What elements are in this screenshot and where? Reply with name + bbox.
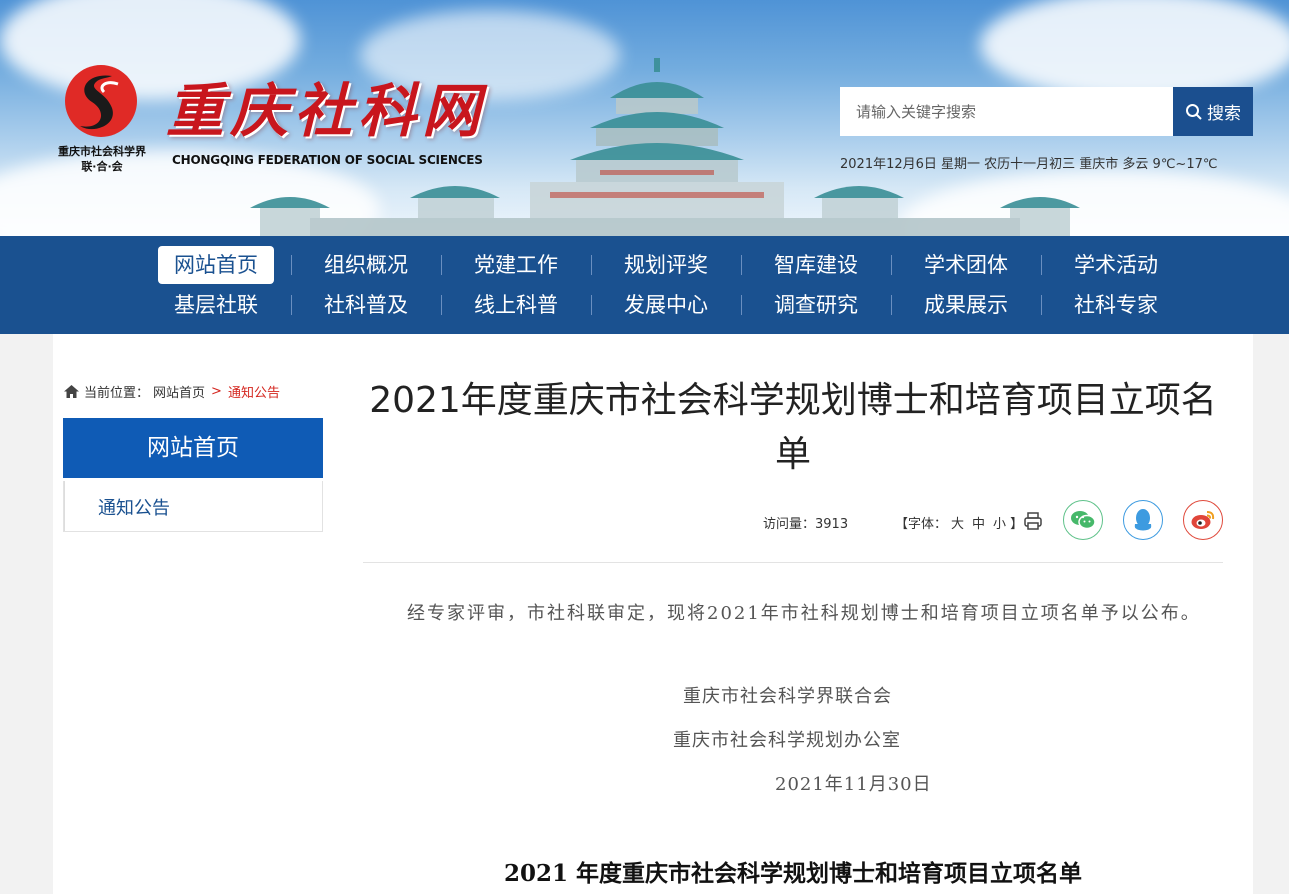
nav-item-label: 智库建设	[774, 253, 858, 277]
nav-item-development-center[interactable]: 发展中心	[591, 285, 741, 325]
signature-planning-office: 重庆市社会科学规划办公室	[673, 730, 901, 751]
nav-item-label: 规划评奖	[624, 253, 708, 277]
header-banner: 重庆市社会科学界 联·合·会 重庆社科网 CHONGQING FEDERATIO…	[0, 0, 1289, 236]
search-icon	[1186, 103, 1202, 120]
nav-item-academic-groups[interactable]: 学术团体	[891, 245, 1041, 285]
breadcrumb-home-link[interactable]: 网站首页	[153, 382, 205, 401]
nav-item-label: 组织概况	[324, 253, 408, 277]
wechat-icon	[1071, 511, 1096, 530]
share-weibo-button[interactable]	[1183, 500, 1223, 540]
breadcrumb-separator: >	[211, 384, 222, 399]
org-name: 重庆市社会科学界	[58, 145, 146, 158]
org-name-suffix: 联·合·会	[81, 160, 123, 173]
font-size-label: 【字体：	[895, 517, 948, 532]
breadcrumb-current[interactable]: 通知公告	[228, 382, 280, 401]
share-wechat-button[interactable]	[1063, 500, 1103, 540]
breadcrumb-prefix: 当前位置：	[84, 386, 150, 401]
visit-count: 访问量：3913	[763, 513, 848, 532]
title-divider	[363, 562, 1223, 563]
nav-item-label: 学术活动	[1074, 253, 1158, 277]
nav-item-label: 学术团体	[924, 253, 1008, 277]
content-area: 当前位置： 网站首页 > 通知公告 网站首页 通知公告 2021年度重庆市社会科…	[53, 334, 1253, 894]
nav-item-research[interactable]: 调查研究	[741, 285, 891, 325]
publish-date: 2021年11月30日	[775, 774, 932, 795]
nav-item-organization[interactable]: 组织概况	[291, 245, 441, 285]
nav-item-party-building[interactable]: 党建工作	[441, 245, 591, 285]
nav-item-label: 基层社联	[174, 293, 258, 317]
share-qq-button[interactable]	[1123, 500, 1163, 540]
article-meta: 访问量：3913 【字体：大中小】	[363, 500, 1223, 544]
font-size-small[interactable]: 小	[993, 517, 1006, 532]
nav-item-label: 发展中心	[624, 293, 708, 317]
sidebar-heading[interactable]: 网站首页	[63, 418, 323, 478]
nav-item-popularization[interactable]: 社科普及	[291, 285, 441, 325]
font-size-medium[interactable]: 中	[972, 517, 985, 532]
print-icon[interactable]	[1023, 511, 1043, 531]
sidebar-item-label: 通知公告	[98, 498, 170, 519]
nav-item-online-science[interactable]: 线上科普	[441, 285, 591, 325]
breadcrumb: 当前位置： 网站首页 > 通知公告	[63, 382, 280, 401]
nav-item-label: 社科专家	[1074, 293, 1158, 317]
search-button-label: 搜索	[1207, 104, 1241, 124]
article-title: 2021年度重庆市社会科学规划博士和培育项目立项名单	[369, 380, 1217, 475]
nav-item-planning-awards[interactable]: 规划评奖	[591, 245, 741, 285]
nav-item-label: 成果展示	[924, 293, 1008, 317]
nav-item-achievements[interactable]: 成果展示	[891, 285, 1041, 325]
nav-item-label: 网站首页	[158, 246, 274, 284]
nav-item-label: 党建工作	[474, 253, 558, 277]
nav-item-label: 调查研究	[774, 293, 858, 317]
nav-item-home[interactable]: 网站首页	[141, 245, 291, 285]
nav-item-label: 线上科普	[474, 293, 558, 317]
search-box: 搜索	[840, 87, 1253, 136]
main-nav: 网站首页 组织概况 党建工作 规划评奖 智库建设 学术团体 学术活动 基层社联 …	[0, 236, 1289, 334]
list-subtitle: 2021 年度重庆市社会科学规划博士和培育项目立项名单	[503, 860, 1083, 887]
nav-item-academic-events[interactable]: 学术活动	[1041, 245, 1191, 285]
search-input[interactable]	[840, 87, 1173, 136]
signature-federation: 重庆市社会科学界联合会	[683, 686, 892, 707]
sidebar-item-notices[interactable]: 通知公告	[63, 481, 323, 532]
date-weather-text: 2021年12月6日 星期一 农历十一月初三 重庆市 多云 9℃~17℃	[840, 157, 1218, 172]
nav-item-think-tank[interactable]: 智库建设	[741, 245, 891, 285]
nav-row: 网站首页 组织概况 党建工作 规划评奖 智库建设 学术团体 学术活动	[141, 245, 1191, 285]
article-paragraph: 经专家评审，市社科联审定，现将2021年市社科规划博士和培育项目立项名单予以公布…	[407, 603, 1201, 624]
site-subtitle: CHONGQING FEDERATION OF SOCIAL SCIENCES	[172, 153, 483, 167]
font-size-close: 】	[1010, 517, 1024, 532]
nav-row: 基层社联 社科普及 线上科普 发展中心 调查研究 成果展示 社科专家	[141, 285, 1191, 325]
nav-item-experts[interactable]: 社科专家	[1041, 285, 1191, 325]
qq-icon	[1134, 509, 1152, 531]
font-size-controls: 【字体：大中小】	[895, 513, 1023, 532]
nav-item-label: 社科普及	[324, 293, 408, 317]
home-icon	[64, 385, 79, 398]
search-button[interactable]: 搜索	[1173, 87, 1253, 136]
site-title: 重庆社科网	[166, 77, 487, 145]
weibo-icon	[1191, 511, 1215, 529]
nav-item-grassroots[interactable]: 基层社联	[141, 285, 291, 325]
logo-icon	[65, 65, 137, 137]
visit-count-value: 3913	[815, 517, 849, 532]
font-size-large[interactable]: 大	[951, 517, 964, 532]
visit-count-label: 访问量：	[763, 517, 816, 532]
